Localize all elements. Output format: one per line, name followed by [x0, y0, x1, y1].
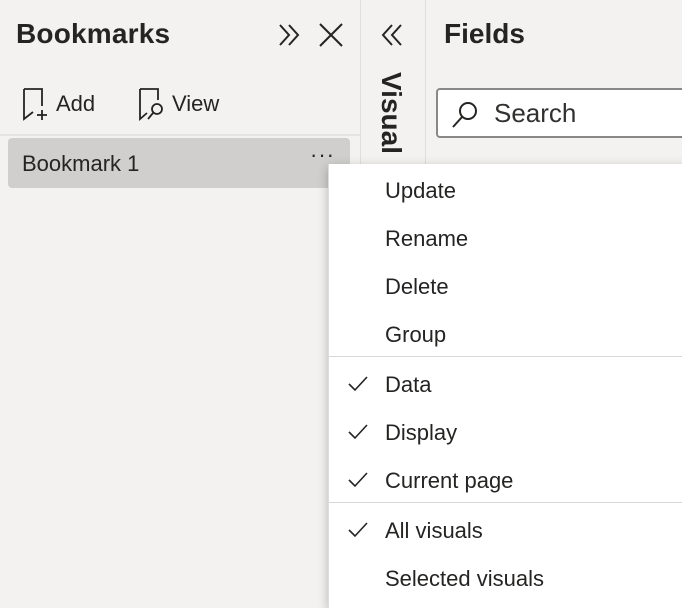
menu-item-label: Delete	[385, 274, 449, 299]
menu-item-label: Rename	[385, 226, 469, 251]
menu-item-update[interactable]: Update	[329, 166, 682, 214]
view-bookmark-label: View	[172, 91, 220, 116]
close-icon[interactable]	[316, 20, 346, 50]
bookmark-item[interactable]: Bookmark 1 ···	[8, 138, 350, 188]
menu-item-selected-visuals[interactable]: Selected visuals	[329, 554, 682, 602]
search-icon	[452, 102, 477, 128]
search-box[interactable]	[436, 88, 682, 138]
menu-item-current-page[interactable]: Current page	[329, 456, 682, 504]
menu-separator	[329, 502, 682, 503]
bookmark-view-icon	[136, 86, 166, 122]
view-bookmark-button[interactable]: View	[136, 84, 219, 124]
visualizations-label[interactable]: Visual	[375, 72, 407, 154]
bookmark-add-icon	[20, 86, 50, 122]
checkmark-icon	[347, 421, 369, 443]
checkmark-icon	[347, 373, 369, 395]
checkmark-icon	[347, 469, 369, 491]
bookmark-context-menu: Update Rename Delete Group Data Display …	[328, 164, 682, 608]
bookmarks-title: Bookmarks	[16, 18, 171, 49]
menu-item-rename[interactable]: Rename	[329, 214, 682, 262]
fields-title: Fields	[444, 18, 525, 49]
chevron-double-left-icon[interactable]	[377, 20, 407, 50]
menu-item-data[interactable]: Data	[329, 360, 682, 408]
menu-item-group[interactable]: Group	[329, 310, 682, 358]
menu-item-label: Display	[385, 420, 458, 445]
menu-item-label: Current page	[385, 468, 514, 493]
menu-item-label: Data	[385, 372, 432, 397]
menu-item-display[interactable]: Display	[329, 408, 682, 456]
chevron-double-right-icon[interactable]	[274, 20, 304, 50]
menu-item-label: Update	[385, 178, 456, 203]
menu-item-all-visuals[interactable]: All visuals	[329, 506, 682, 554]
menu-item-delete[interactable]: Delete	[329, 262, 682, 310]
menu-item-label: All visuals	[385, 518, 483, 543]
search-input[interactable]	[494, 98, 674, 128]
checkmark-icon	[347, 519, 369, 541]
menu-item-label: Selected visuals	[385, 566, 544, 591]
bookmark-item-label: Bookmark 1	[22, 151, 140, 176]
menu-item-label: Group	[385, 322, 447, 347]
bookmarks-pane: Bookmarks Add View Bookmark 1 ···	[0, 0, 361, 606]
add-bookmark-button[interactable]: Add	[20, 84, 95, 124]
toolbar-divider	[0, 134, 360, 136]
menu-separator	[329, 356, 682, 357]
add-bookmark-label: Add	[56, 91, 96, 116]
